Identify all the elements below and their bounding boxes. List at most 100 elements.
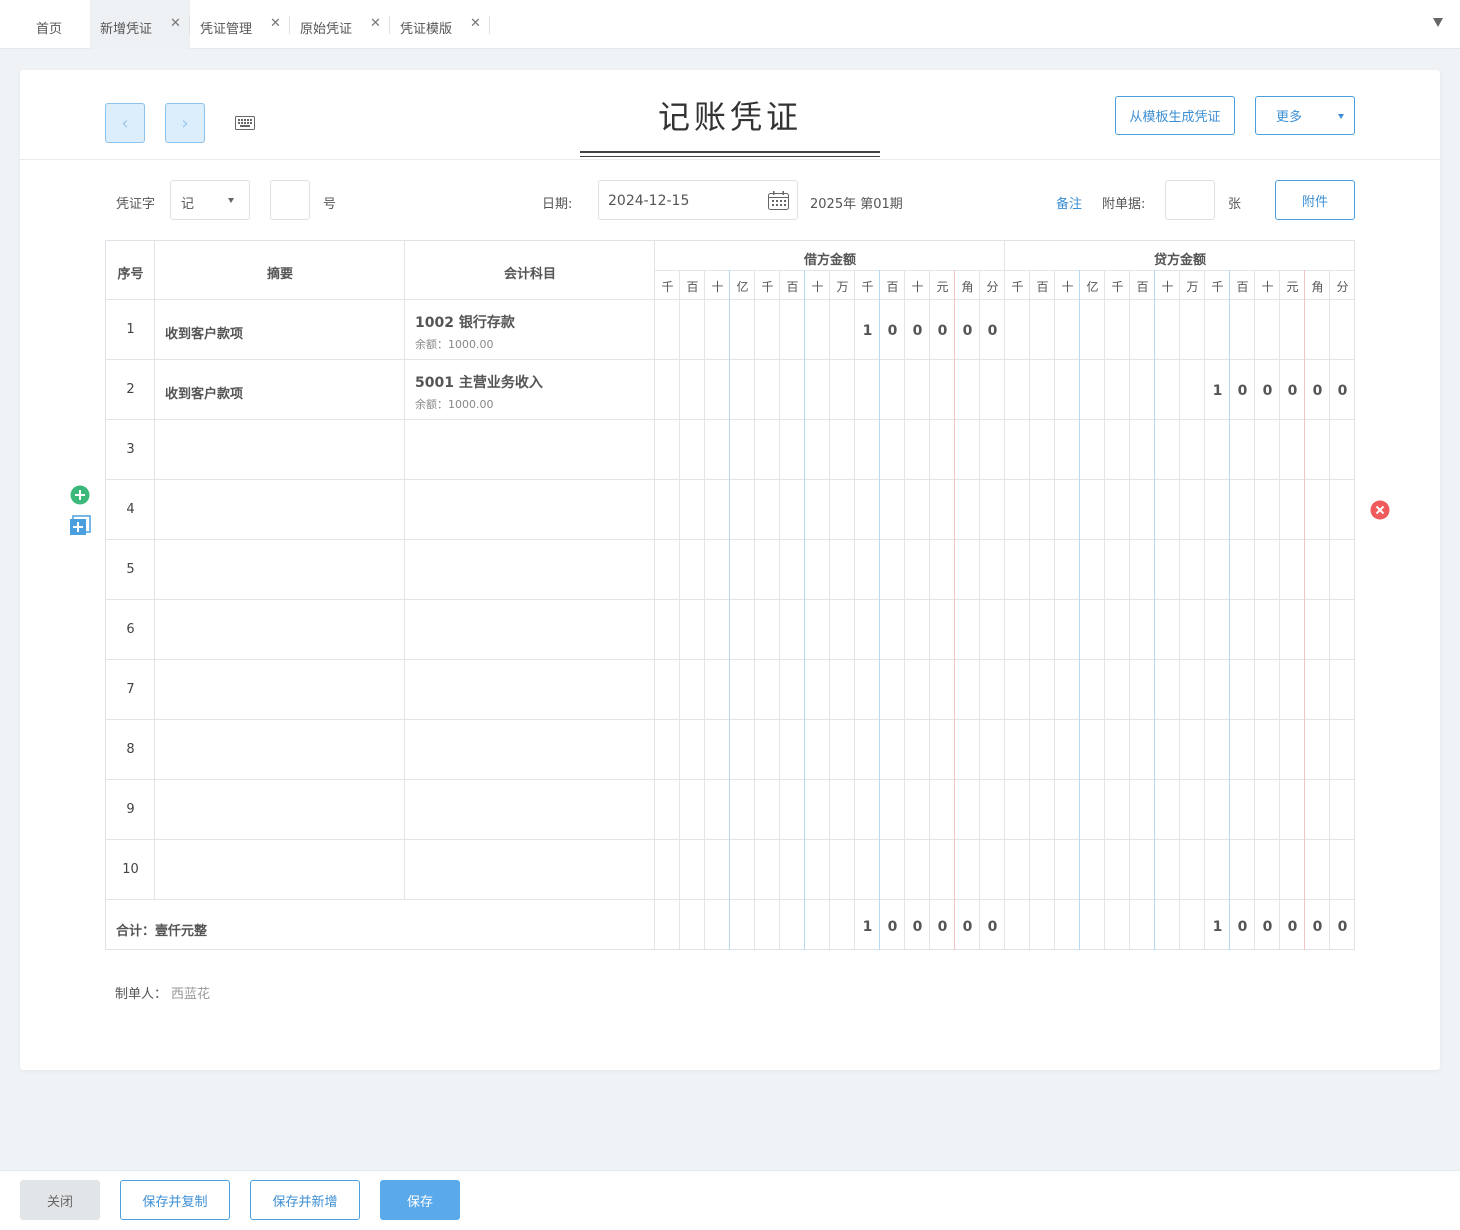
page-title: 记账凭证 — [657, 98, 802, 136]
tab-label: 原始凭证 — [300, 22, 353, 37]
amount-digit: 1 — [862, 323, 873, 339]
save-and-copy-button[interactable]: 保存并复制 — [120, 1180, 230, 1220]
more-label: 更多 — [1276, 110, 1303, 125]
close-button[interactable]: 关闭 — [20, 1180, 100, 1220]
unit-label: 亿 — [1086, 280, 1099, 294]
title-underline — [580, 151, 880, 153]
close-icon[interactable]: ✕ — [170, 16, 181, 31]
close-icon[interactable]: ✕ — [370, 16, 381, 31]
row-summary[interactable]: 收到客户款项 — [165, 323, 243, 342]
tab-new-voucher[interactable]: 新增凭证 ✕ — [90, 0, 190, 49]
amount-digit: 0 — [937, 323, 948, 339]
amount-digit: 0 — [987, 323, 998, 339]
table-row[interactable]: 2 收到客户款项 5001 主营业务收入 余额：1000.00 1 0 0 0 0 0 — [106, 360, 1354, 420]
amount-digit: 0 — [1237, 383, 1248, 399]
unit-label: 百 — [1036, 280, 1049, 294]
row-seq: 10 — [122, 862, 139, 877]
attachment-count-input[interactable] — [1165, 180, 1215, 220]
close-icon[interactable]: ✕ — [470, 16, 481, 31]
header-debit: 借方金额 — [803, 253, 856, 268]
table-row[interactable]: 1 收到客户款项 1002 银行存款 余额：1000.00 1 0 0 0 0 0 — [106, 300, 1354, 360]
table-row[interactable]: 9 — [106, 780, 1354, 840]
unit-label: 百 — [786, 280, 799, 294]
delete-row-icon[interactable] — [1370, 500, 1390, 520]
table-row[interactable]: 5 — [106, 540, 1354, 600]
divider — [20, 159, 1440, 160]
total-label: 合计：壹仟元整 — [116, 924, 208, 939]
row-seq: 8 — [126, 742, 135, 757]
more-dropdown[interactable]: 更多 — [1255, 96, 1355, 135]
tab-dropdown-icon[interactable] — [1433, 18, 1443, 27]
chevron-left-icon: ‹ — [121, 112, 129, 134]
row-account[interactable]: 5001 主营业务收入 — [415, 372, 543, 392]
tab-voucher-management[interactable]: 凭证管理 ✕ — [190, 0, 290, 49]
save-and-new-button[interactable]: 保存并新增 — [250, 1180, 360, 1220]
row-account[interactable]: 1002 银行存款 — [415, 312, 515, 332]
table-row[interactable]: 4 — [106, 480, 1354, 540]
unit-label: 十 — [1161, 280, 1174, 294]
header-credit: 贷方金额 — [1153, 253, 1206, 268]
from-template-button[interactable]: 从模板生成凭证 — [1115, 96, 1235, 135]
unit-label: 万 — [1186, 280, 1199, 294]
chevron-right-icon: › — [181, 112, 189, 134]
unit-label: 亿 — [736, 280, 749, 294]
voucher-number-suffix: 号 — [323, 197, 337, 212]
amount-digit: 0 — [912, 323, 923, 339]
amount-digit: 1 — [1212, 383, 1223, 399]
row-seq: 3 — [126, 442, 135, 457]
unit-label: 十 — [1061, 280, 1074, 294]
amount-digit: 0 — [1237, 919, 1248, 935]
amount-digit: 0 — [912, 919, 923, 935]
unit-label: 角 — [961, 280, 974, 294]
row-balance: 余额：1000.00 — [415, 398, 494, 411]
amount-digit: 0 — [1287, 383, 1298, 399]
voucher-number-input[interactable] — [270, 180, 310, 220]
voucher-word-value: 记 — [181, 197, 195, 212]
tab-home[interactable]: 首页 — [0, 0, 90, 49]
attachment-count-label: 附单据: — [1102, 197, 1146, 212]
table-row[interactable]: 7 — [106, 660, 1354, 720]
next-voucher-button[interactable]: › — [165, 103, 205, 143]
prev-voucher-button[interactable]: ‹ — [105, 103, 145, 143]
tab-label: 新增凭证 — [100, 22, 153, 37]
table-row[interactable]: 6 — [106, 600, 1354, 660]
amount-digit: 0 — [962, 323, 973, 339]
unit-label: 千 — [1111, 280, 1124, 294]
date-input[interactable]: 2024-12-15 — [598, 180, 798, 220]
amount-digit: 0 — [1337, 919, 1348, 935]
row-seq: 7 — [126, 682, 135, 697]
remark-link[interactable]: 备注 — [1056, 193, 1082, 212]
tab-voucher-template[interactable]: 凭证模版 ✕ — [390, 0, 490, 49]
unit-label: 千 — [661, 280, 674, 294]
table-row[interactable]: 10 — [106, 840, 1354, 900]
calendar-icon[interactable] — [768, 191, 789, 210]
voucher-word-select[interactable]: 记 — [170, 180, 250, 220]
row-summary[interactable]: 收到客户款项 — [165, 383, 243, 402]
tab-original-voucher[interactable]: 原始凭证 ✕ — [290, 0, 390, 49]
attachment-button[interactable]: 附件 — [1275, 180, 1355, 220]
tab-label: 凭证模版 — [400, 22, 453, 37]
unit-label: 万 — [836, 280, 849, 294]
amount-digit: 0 — [1337, 383, 1348, 399]
amount-digit: 0 — [962, 919, 973, 935]
amount-digit: 0 — [987, 919, 998, 935]
save-button[interactable]: 保存 — [380, 1180, 460, 1220]
unit-label: 千 — [861, 280, 874, 294]
amount-digit: 0 — [1312, 383, 1323, 399]
table-row[interactable]: 3 — [106, 420, 1354, 480]
keyboard-icon[interactable] — [235, 116, 255, 130]
amount-digit: 0 — [887, 919, 898, 935]
voucher-word-label: 凭证字 — [116, 197, 156, 212]
period-text: 2025年 第01期 — [810, 197, 903, 212]
unit-label: 十 — [711, 280, 724, 294]
unit-label: 元 — [936, 280, 949, 294]
amount-digit: 0 — [937, 919, 948, 935]
row-seq: 4 — [126, 502, 135, 517]
table-row[interactable]: 8 — [106, 720, 1354, 780]
unit-label: 千 — [1011, 280, 1024, 294]
row-seq: 9 — [126, 802, 135, 817]
copy-row-icon[interactable] — [69, 515, 91, 536]
add-row-icon[interactable] — [70, 485, 90, 505]
close-icon[interactable]: ✕ — [270, 16, 281, 31]
voucher-table: 序号 摘要 会计科目 借方金额 贷方金额 千百十亿千百十万千百十元角分千百十亿千… — [105, 240, 1355, 950]
